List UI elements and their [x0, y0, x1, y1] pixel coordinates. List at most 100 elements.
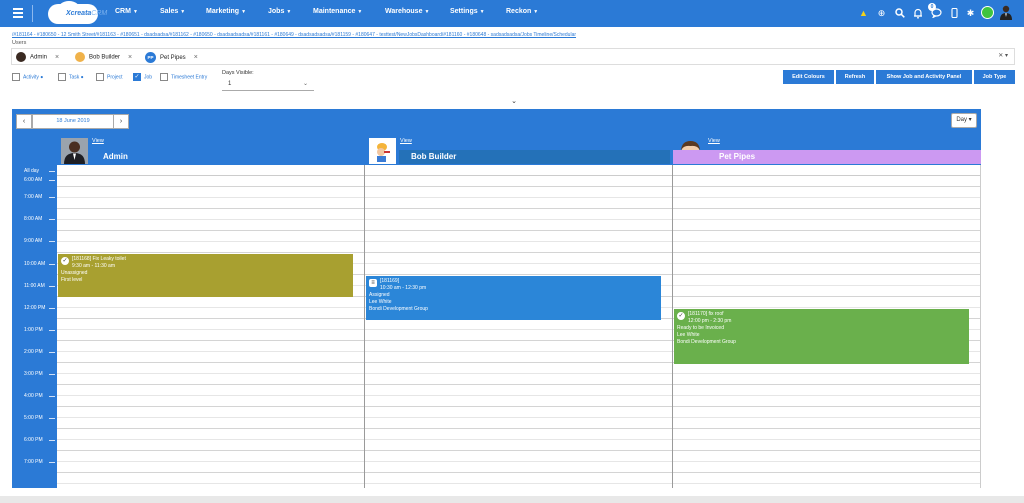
info-icon: ●	[80, 74, 84, 81]
event-status: Ready to be Invoiced	[677, 325, 724, 331]
task-checkbox[interactable]	[58, 73, 66, 81]
time-label: 6:00 PM	[12, 437, 57, 443]
filter-timesheet[interactable]: Timesheet Entry	[160, 73, 207, 81]
user-chip-pet-pipes[interactable]: PP Pet Pipes ×	[145, 52, 198, 63]
resource-name: Admin	[103, 152, 128, 161]
event-contact: First level	[61, 277, 83, 283]
users-select[interactable]: Admin × Bob Builder × PP Pet Pipes × ✕ ▾	[11, 48, 1015, 65]
all-day-row[interactable]	[57, 165, 981, 176]
close-icon[interactable]: ×	[194, 54, 198, 61]
event-time: 9:30 am - 11:30 am	[72, 263, 115, 269]
show-panel-button[interactable]: Show Job and Activity Panel	[876, 70, 972, 84]
menu-reckon[interactable]: Reckon ▼	[506, 8, 538, 15]
resource-header-pet-pipes: View Pet Pipes	[673, 136, 981, 165]
job-checkbox[interactable]: ✓	[133, 73, 141, 81]
resource-name: Pet Pipes	[673, 150, 981, 164]
chat-icon[interactable]	[931, 8, 942, 19]
close-icon[interactable]: ×	[128, 54, 132, 61]
edit-colours-button[interactable]: Edit Colours	[783, 70, 834, 84]
event-181169[interactable]: ≡ [181169] 10:30 am - 12:30 pm Assigned …	[366, 276, 661, 320]
filter-project[interactable]: Project	[96, 73, 123, 81]
user-chip-admin[interactable]: Admin ×	[16, 52, 59, 62]
event-181168[interactable]: ✓ [181168] Fix Leaky toilet 9:30 am - 11…	[58, 254, 353, 297]
logo-text: Xcreata	[66, 10, 92, 17]
breadcrumb[interactable]: /#181164 - #180650 - 12 Smith Street/#18…	[12, 32, 576, 38]
time-label: 6:00 AM	[12, 177, 57, 183]
job-type-button[interactable]: Job Type	[974, 70, 1015, 84]
resource-header-bob-builder: View Bob Builder	[365, 136, 672, 165]
gear-icon[interactable]: ✱	[965, 8, 976, 19]
event-time: 12:00 pm - 2:30 pm	[688, 318, 732, 324]
time-label: 8:00 AM	[12, 216, 57, 222]
time-label: 1:00 PM	[12, 327, 57, 333]
search-icon[interactable]	[894, 8, 905, 19]
resource-name: Bob Builder	[399, 150, 670, 164]
pet-pipes-avatar: PP	[145, 52, 156, 63]
days-visible-label: Days Visible:	[222, 70, 254, 76]
filter-job[interactable]: ✓ Job	[133, 73, 152, 81]
all-day-label: All day	[12, 168, 57, 174]
check-circle-icon: ✓	[677, 312, 685, 320]
time-label: 7:00 PM	[12, 459, 57, 465]
collapse-chevron-icon[interactable]: ⌄	[509, 97, 519, 105]
bob-builder-photo	[369, 138, 396, 164]
time-label: 10:00 AM	[12, 261, 57, 267]
chevron-down-icon: ▼	[132, 9, 138, 15]
date-picker[interactable]: 18 June 2019	[32, 114, 114, 129]
event-contact: Lee White	[677, 332, 700, 338]
menu-sales[interactable]: Sales ▼	[160, 8, 185, 15]
resource-header-admin: View Admin	[57, 136, 364, 165]
menu-jobs[interactable]: Jobs ▼	[268, 8, 291, 15]
event-title: [181169]	[380, 278, 400, 284]
filter-task[interactable]: Task ●	[58, 73, 84, 81]
clear-select-icon[interactable]: ✕ ▾	[998, 52, 1008, 59]
user-avatar-icon[interactable]	[999, 5, 1013, 20]
view-mode-select[interactable]: Day ▾	[951, 113, 977, 128]
app-logo[interactable]: XcreataCRM	[48, 1, 110, 24]
event-time: 10:30 am - 12:30 pm	[380, 285, 427, 291]
time-label: 7:00 AM	[12, 194, 57, 200]
hamburger-menu-icon[interactable]	[13, 8, 23, 18]
horizontal-scrollbar[interactable]	[0, 496, 1024, 503]
info-icon: ●	[40, 74, 44, 81]
timesheet-checkbox[interactable]	[160, 73, 168, 81]
next-day-button[interactable]: ›	[113, 114, 129, 129]
menu-warehouse[interactable]: Warehouse ▼	[385, 8, 429, 15]
days-visible-select[interactable]: 1 ⌄	[222, 78, 314, 91]
time-label: 5:00 PM	[12, 415, 57, 421]
event-contact: Lee White	[369, 299, 392, 305]
filter-activity[interactable]: Activity ●	[12, 73, 43, 81]
event-title: [181168] Fix Leaky toilet	[72, 256, 126, 262]
chevron-down-icon: ▼	[286, 9, 292, 15]
activity-checkbox[interactable]	[12, 73, 20, 81]
time-label: 9:00 AM	[12, 238, 57, 244]
menu-crm[interactable]: CRM ▼	[115, 8, 138, 15]
view-link[interactable]: View	[92, 138, 104, 144]
view-link[interactable]: View	[708, 138, 720, 144]
user-chip-bob-builder[interactable]: Bob Builder ×	[75, 52, 132, 62]
add-circle-icon[interactable]: ⊕	[876, 8, 887, 19]
time-label: 3:00 PM	[12, 371, 57, 377]
view-link[interactable]: View	[400, 138, 412, 144]
menu-settings[interactable]: Settings ▼	[450, 8, 485, 15]
warning-icon[interactable]: ▲	[858, 8, 869, 19]
menu-marketing[interactable]: Marketing ▼	[206, 8, 246, 15]
chevron-down-icon: ▼	[180, 9, 186, 15]
refresh-button[interactable]: Refresh	[836, 70, 874, 84]
prev-day-button[interactable]: ‹	[16, 114, 32, 129]
project-checkbox[interactable]	[96, 73, 104, 81]
event-company: Bondi Development Group	[369, 306, 428, 312]
admin-photo	[61, 138, 88, 164]
bell-icon[interactable]	[912, 8, 923, 19]
invoice-icon: ≡	[369, 279, 377, 287]
chevron-down-icon: ▼	[533, 9, 539, 15]
time-label: 4:00 PM	[12, 393, 57, 399]
chevron-down-icon: ▼	[424, 9, 430, 15]
mobile-icon[interactable]	[949, 7, 960, 19]
close-icon[interactable]: ×	[55, 54, 59, 61]
time-label: 11:00 AM	[12, 283, 57, 289]
event-181170[interactable]: ✓ [181170] fix roof 12:00 pm - 2:30 pm R…	[674, 309, 969, 364]
event-company: Bondi Development Group	[677, 339, 736, 345]
menu-maintenance[interactable]: Maintenance ▼	[313, 8, 362, 15]
power-icon[interactable]	[981, 6, 994, 19]
